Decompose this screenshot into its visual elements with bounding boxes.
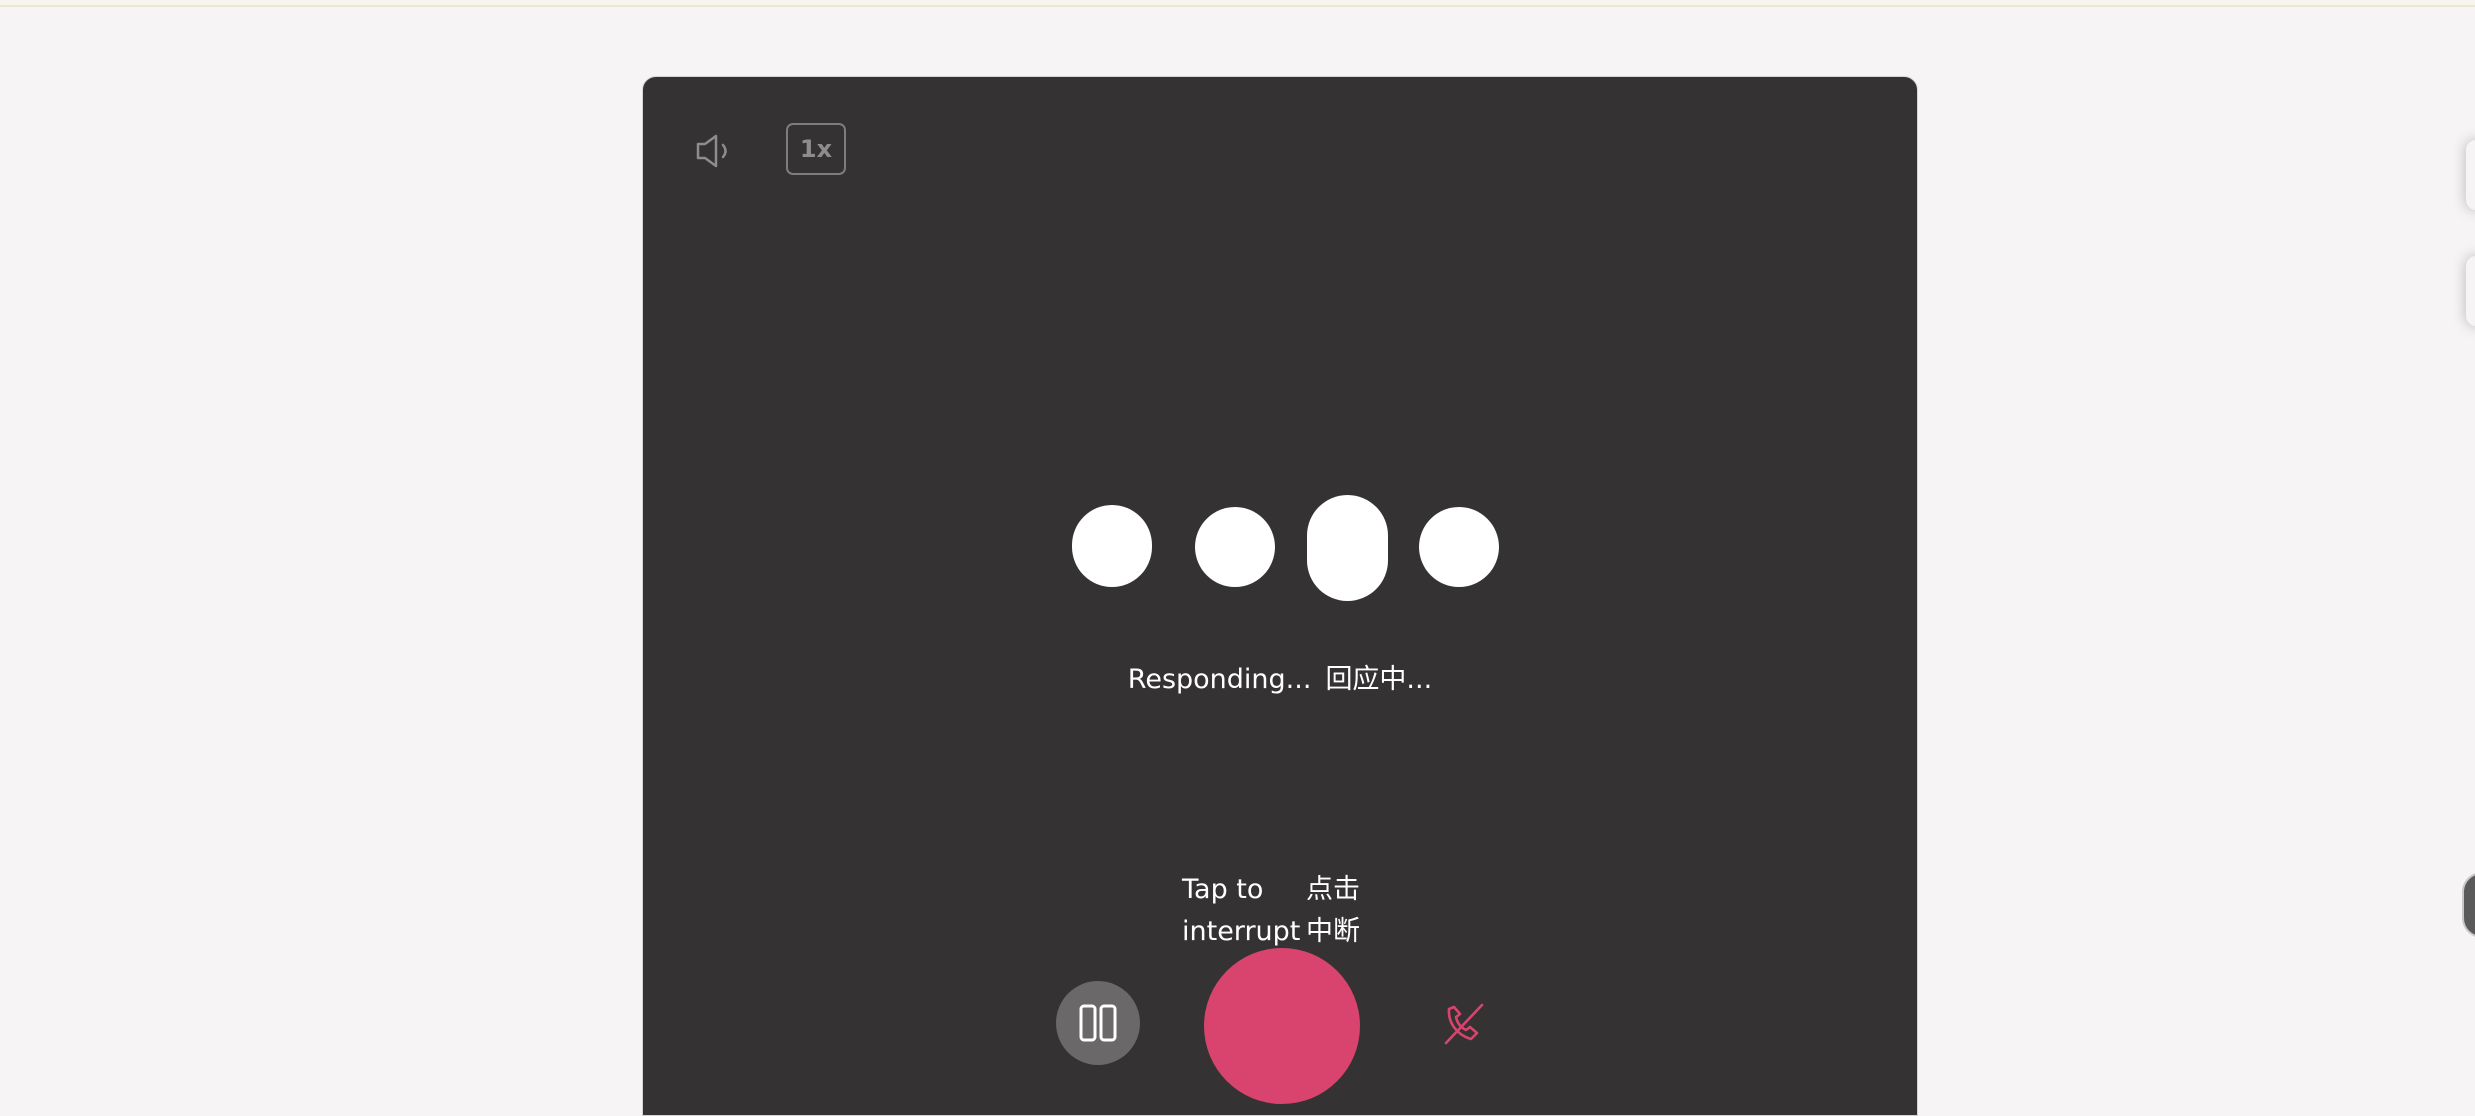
activity-dot [1307,495,1388,601]
interrupt-hint-zh-line2: 中断 [1306,916,1360,947]
interrupt-hint-en-line1: Tap to [1182,874,1264,905]
interrupt-hint-zh: 点击 中断 [1306,869,1360,953]
hang-up-icon [1444,1003,1484,1045]
pause-button[interactable] [1056,981,1140,1065]
pause-icon [1079,1004,1117,1042]
status-text-zh: 回应中... [1325,664,1433,695]
interrupt-hint-zh-line1: 点击 [1306,874,1360,905]
edge-widget-shadow [2466,140,2475,210]
voice-chat-panel: 1x Responding... 回应中... Tap to interrupt … [642,76,1918,1116]
playback-speed-button[interactable]: 1x [786,123,846,175]
status-text: Responding... 回应中... [643,660,1917,700]
activity-dot [1419,507,1499,587]
interrupt-hint-en: Tap to interrupt [1182,869,1300,953]
speaker-button[interactable] [688,127,740,175]
status-text-en: Responding... [1127,664,1312,695]
speaker-icon [696,134,727,168]
activity-dot [1072,505,1152,587]
browser-top-bar [0,0,2475,7]
interrupt-hint-en-line2: interrupt [1182,916,1301,947]
hang-up-button[interactable] [1433,993,1495,1055]
floating-edge-button[interactable] [2462,872,2475,938]
interrupt-button[interactable] [1204,948,1360,1104]
activity-dot [1195,507,1275,587]
edge-widget-shadow [2466,256,2475,326]
